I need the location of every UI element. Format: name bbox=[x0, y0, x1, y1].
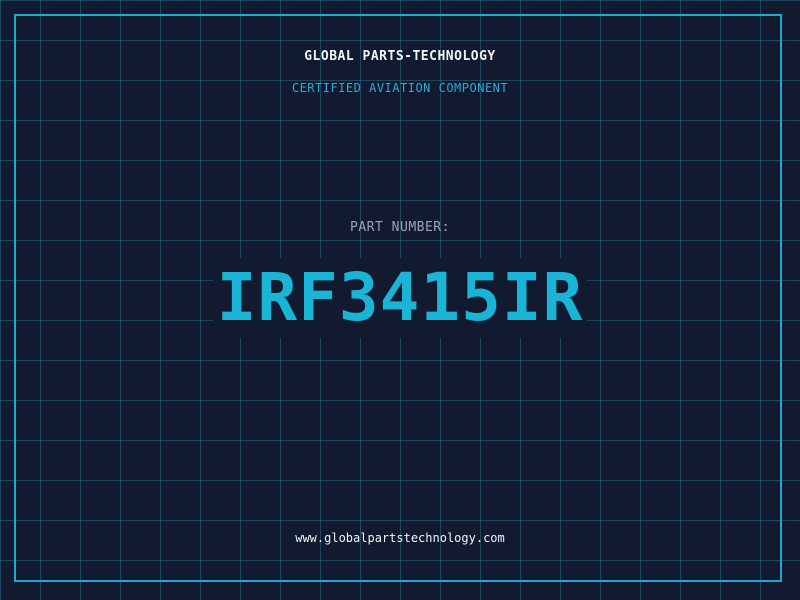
website-url: www.globalpartstechnology.com bbox=[295, 531, 505, 545]
background-grid: GLOBAL PARTS-TECHNOLOGY CERTIFIED AVIATI… bbox=[0, 0, 800, 600]
part-number-value: IRF3415IR bbox=[212, 258, 588, 338]
certification-tagline: CERTIFIED AVIATION COMPONENT bbox=[291, 81, 509, 95]
part-number-label: PART NUMBER: bbox=[350, 220, 450, 235]
part-number-container: IRF3415IR bbox=[0, 258, 800, 338]
company-name: GLOBAL PARTS-TECHNOLOGY bbox=[304, 49, 496, 64]
